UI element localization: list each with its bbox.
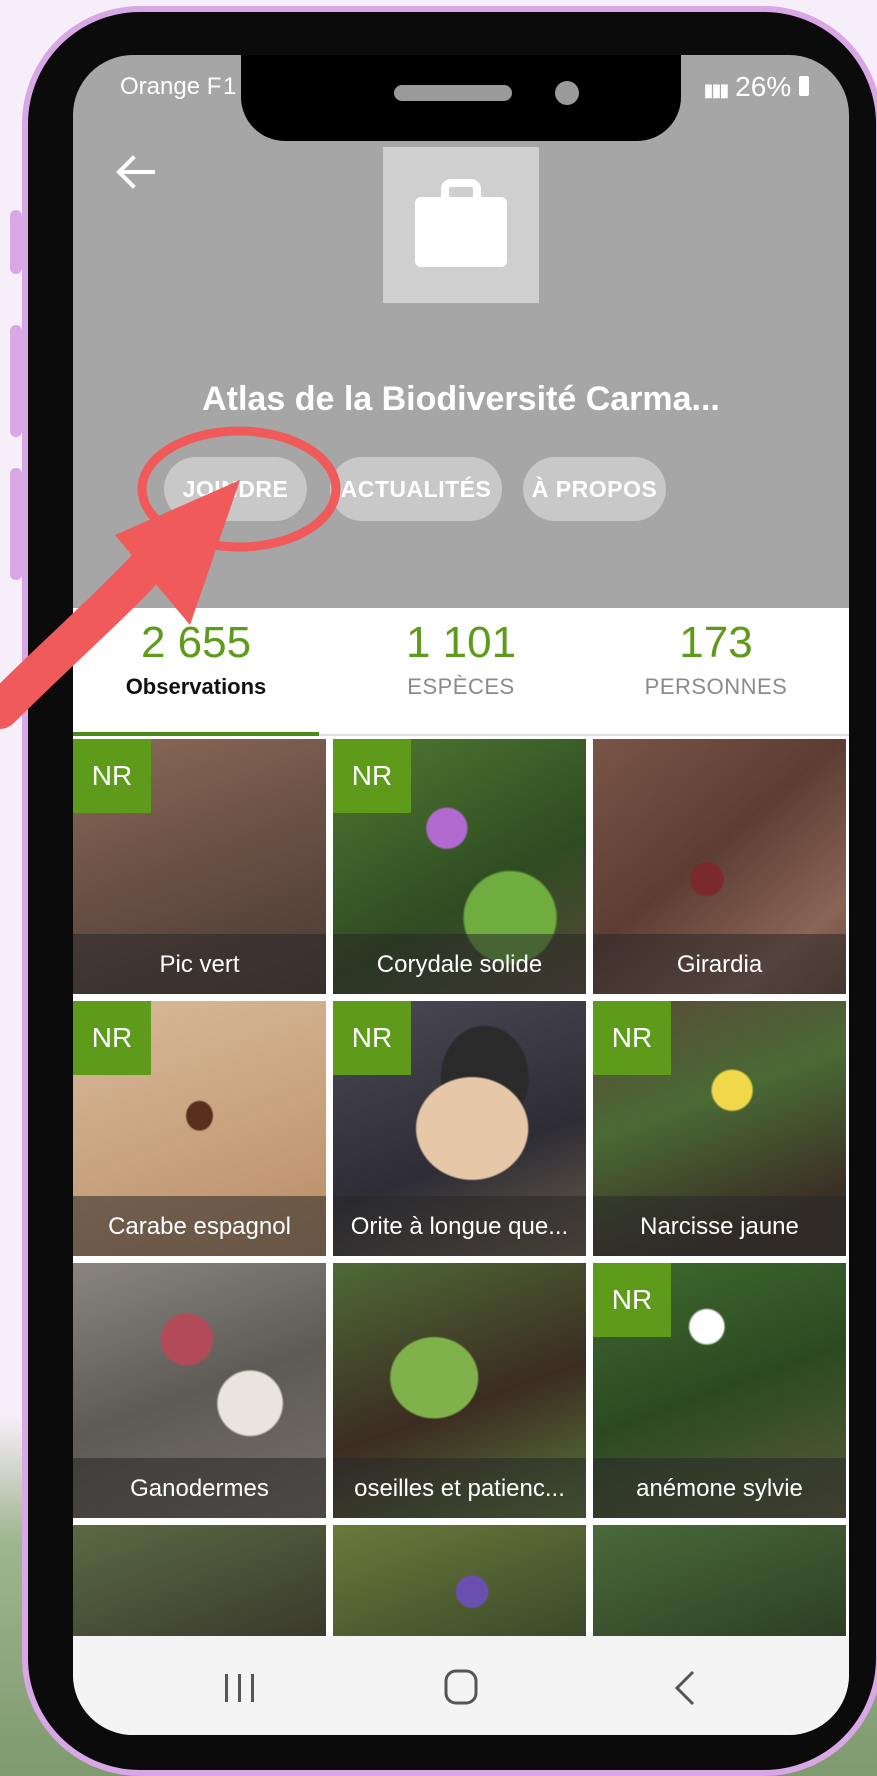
news-button[interactable]: ACTUALITÉS [330,457,502,521]
home-icon[interactable] [443,1668,479,1706]
observation-name: Corydale solide [333,934,586,994]
species-label: ESPÈCES [407,674,515,699]
nr-badge: NR [333,1001,411,1075]
observation-name: Orite à longue que... [333,1196,586,1256]
tab-people[interactable]: 173 PERSONNES [593,608,839,700]
nr-badge: NR [593,1001,671,1075]
people-label: PERSONNES [644,674,788,699]
about-button[interactable]: À PROPOS [523,457,666,521]
recents-icon[interactable] [223,1672,257,1704]
species-count: 1 101 [405,618,517,667]
nr-badge: NR [73,739,151,813]
observation-tile[interactable]: NR Corydale solide [333,739,586,994]
group-logo [383,147,539,303]
observation-tile[interactable]: NR Carabe espagnol [73,1001,326,1256]
system-nav-bar [73,1636,849,1735]
annotation-arrow [0,480,240,729]
phone-notch [241,55,681,141]
briefcase-icon [415,179,507,267]
people-count: 173 [679,618,753,667]
observation-name: Carabe espagnol [73,1196,326,1256]
back-chevron-icon[interactable] [673,1670,697,1706]
observation-tile[interactable]: NR Narcisse jaune [593,1001,846,1256]
battery-icon [799,76,809,96]
front-camera [555,81,579,105]
observation-name: Ganodermes [73,1458,326,1518]
signal-icon: ▮▮▮ [703,80,730,100]
back-arrow-icon[interactable] [113,150,157,194]
speaker-grille [394,85,512,101]
observation-tile[interactable] [333,1525,586,1636]
observation-tile[interactable]: Girardia [593,739,846,994]
observation-name: Narcisse jaune [593,1196,846,1256]
observations-grid: NR Pic vert NR Corydale solide Girardia … [73,736,849,1636]
observation-name: oseilles et patienc... [333,1458,586,1518]
observation-name: Girardia [593,934,846,994]
observation-tile[interactable]: NR Pic vert [73,739,326,994]
observation-tile[interactable]: NR anémone sylvie [593,1263,846,1518]
observation-tile[interactable]: NR Orite à longue que... [333,1001,586,1256]
battery-percent: 26% [735,71,792,102]
observation-tile[interactable]: oseilles et patienc... [333,1263,586,1518]
observation-tile[interactable]: Ganodermes [73,1263,326,1518]
nr-badge: NR [593,1263,671,1337]
observation-name: Pic vert [73,934,326,994]
time-label: 1 [223,73,237,100]
observation-name: anémone sylvie [593,1458,846,1518]
nr-badge: NR [333,739,411,813]
phone-side-button [10,210,22,274]
battery-indicator: ▮▮▮ 26% [704,71,809,103]
observation-tile[interactable] [593,1525,846,1636]
nr-badge: NR [73,1001,151,1075]
app-screen: Orange F 1 ▮▮▮ 26% Atlas de la Biodivers… [73,55,849,1735]
tab-species[interactable]: 1 101 ESPÈCES [338,608,584,700]
observation-tile[interactable] [73,1525,326,1636]
carrier-label: Orange F [120,73,222,100]
